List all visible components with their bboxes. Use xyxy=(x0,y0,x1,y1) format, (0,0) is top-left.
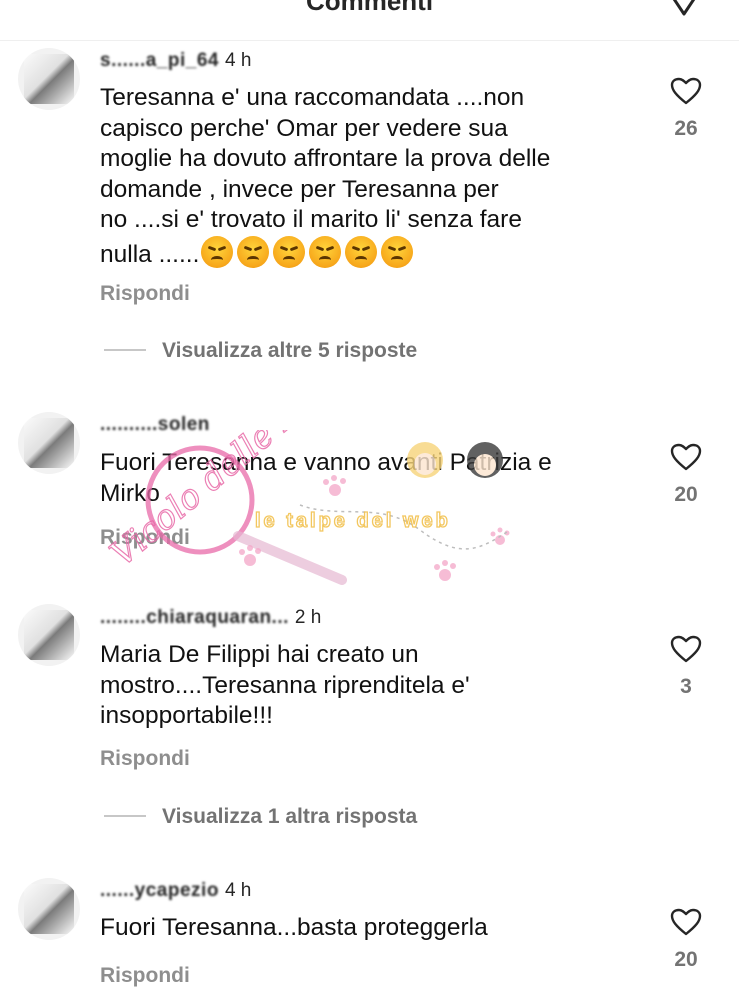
reply-button[interactable]: Rispondi xyxy=(100,282,190,306)
like-button[interactable]: 26 xyxy=(664,77,708,141)
emoji-row xyxy=(201,235,417,277)
angry-face-icon xyxy=(345,235,378,268)
avatar[interactable] xyxy=(18,878,80,940)
comment-text: Fuori Teresanna e vanno avanti Patrizia … xyxy=(100,448,640,509)
comment-line: mostro....Teresanna riprenditela e' xyxy=(100,671,470,699)
timestamp: 4 h xyxy=(224,50,252,71)
view-more-replies[interactable]: Visualizza 1 altra risposta xyxy=(104,805,417,829)
heart-icon xyxy=(670,443,702,471)
like-button[interactable]: 20 xyxy=(664,908,708,972)
like-count: 26 xyxy=(674,117,698,140)
timestamp: 2 h xyxy=(294,607,322,628)
heart-icon xyxy=(670,77,702,105)
comment-meta: ..........solen xyxy=(100,414,216,436)
reply-button[interactable]: Rispondi xyxy=(100,747,190,771)
reply-button[interactable]: Rispondi xyxy=(100,964,190,988)
comment-text: Maria De Filippi hai creato un mostro...… xyxy=(100,640,640,732)
comment-text: Fuori Teresanna...basta proteggerla xyxy=(100,913,640,944)
comment-meta: ......ycapezio 4 h xyxy=(100,880,251,902)
angry-face-icon xyxy=(201,235,234,268)
angry-face-icon xyxy=(381,235,414,268)
filter-icon[interactable] xyxy=(669,0,699,18)
comments-header: Commenti xyxy=(0,0,739,41)
username[interactable]: ......ycapezio xyxy=(100,880,219,901)
like-count: 20 xyxy=(674,948,698,971)
comment-line: domande , invece per Teresanna per xyxy=(100,175,499,203)
like-button[interactable]: 20 xyxy=(664,443,708,507)
comment-line: Teresanna e' una raccomandata ....non xyxy=(100,84,525,111)
username[interactable]: ........chiaraquaran... xyxy=(100,607,289,628)
page-title: Commenti xyxy=(305,0,434,16)
avatar[interactable] xyxy=(18,604,80,666)
heart-icon xyxy=(670,908,702,936)
angry-face-icon xyxy=(273,235,306,268)
comment-line: Fuori Teresanna e vanno avanti Patrizia … xyxy=(100,449,552,476)
comment-line-last: nulla ...... xyxy=(100,235,640,277)
angry-face-icon xyxy=(309,235,342,268)
avatar[interactable] xyxy=(18,412,80,474)
like-button[interactable]: 3 xyxy=(664,635,708,699)
like-count: 20 xyxy=(674,483,698,506)
comment-line: insopportabile!!! xyxy=(100,702,273,729)
like-count: 3 xyxy=(680,675,692,698)
comment-line: no ....si e' trovato il marito li' senza… xyxy=(100,206,522,233)
comment-meta: s......a_pi_64 4 h xyxy=(100,50,251,72)
username[interactable]: s......a_pi_64 xyxy=(100,50,219,71)
view-more-replies-label: Visualizza 1 altra risposta xyxy=(162,805,418,828)
watermark-tagline: le talpe del web xyxy=(255,510,451,532)
angry-face-icon xyxy=(237,235,270,268)
comment-line: moglie ha dovuto affrontare la prova del… xyxy=(100,145,551,172)
comment-meta: ........chiaraquaran... 2 h xyxy=(100,607,321,629)
comment-line: Fuori Teresanna...basta proteggerla xyxy=(100,914,488,941)
avatar[interactable] xyxy=(18,48,80,110)
timestamp: 4 h xyxy=(224,880,252,901)
username[interactable]: ..........solen xyxy=(100,414,210,435)
comments-screen: Commenti s......a_pi_64 4 h Teresanna e' … xyxy=(0,0,739,1003)
comment-line: Maria De Filippi hai creato un xyxy=(100,641,419,668)
comment-line: capisco perche' Omar per vedere sua xyxy=(100,114,508,142)
reply-button[interactable]: Rispondi xyxy=(100,526,190,550)
view-more-replies[interactable]: Visualizza altre 5 risposte xyxy=(104,339,417,363)
divider xyxy=(104,815,146,817)
comment-line: Mirko xyxy=(100,479,160,507)
comment-line: nulla ...... xyxy=(100,240,200,268)
divider xyxy=(104,349,146,351)
comment-text: Teresanna e' una raccomandata ....non ca… xyxy=(100,83,640,276)
heart-icon xyxy=(670,635,702,663)
view-more-replies-label: Visualizza altre 5 risposte xyxy=(162,339,418,362)
